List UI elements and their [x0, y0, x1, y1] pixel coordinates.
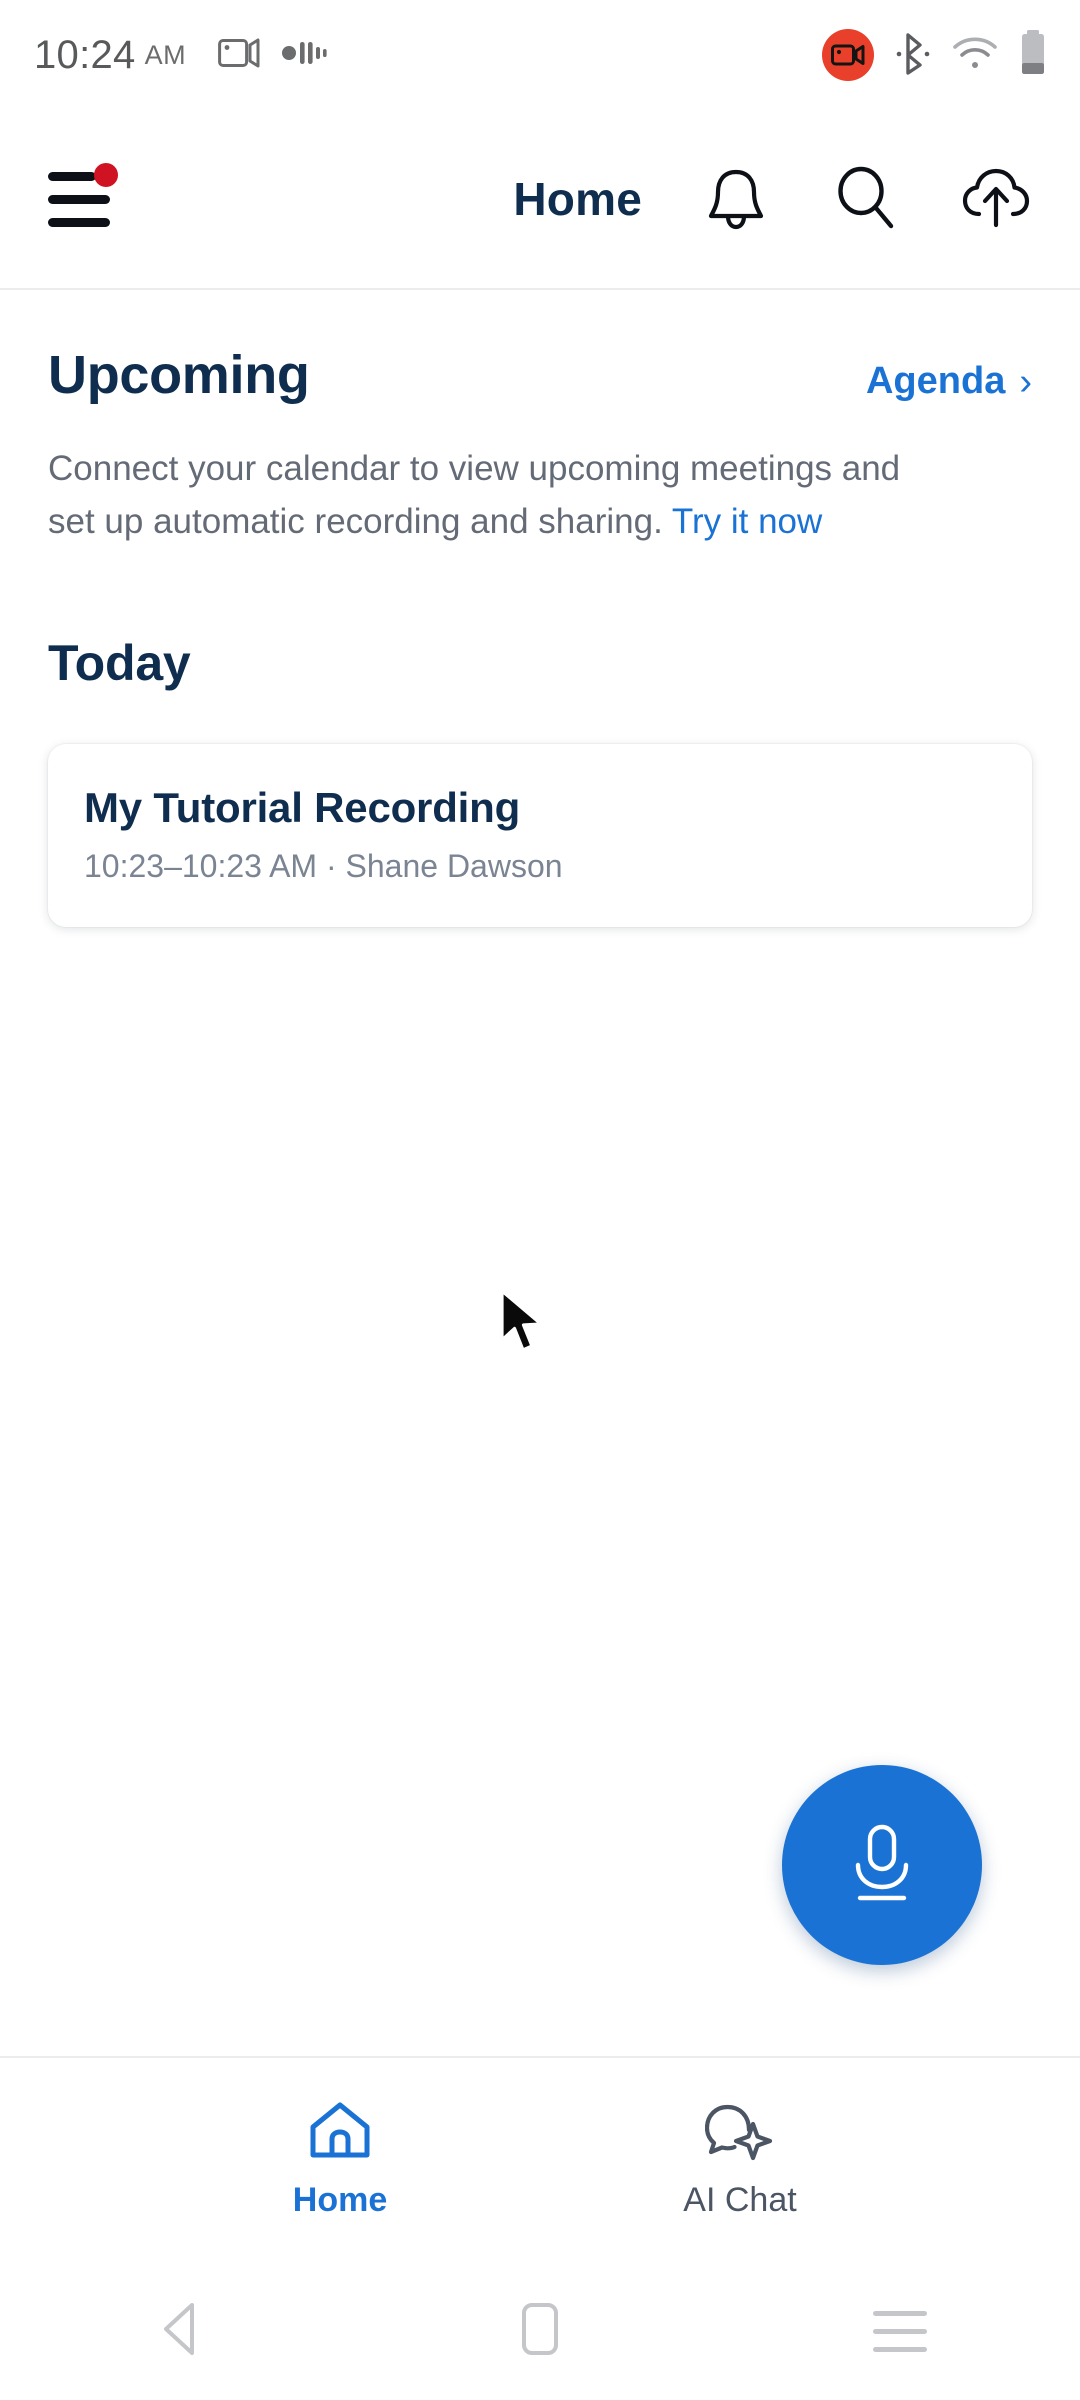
hamburger-menu-icon[interactable]	[48, 163, 122, 231]
nav-item-ai-chat[interactable]: AI Chat	[540, 2100, 940, 2220]
chat-sparkle-icon	[704, 2100, 775, 2167]
nav-label-ai-chat: AI Chat	[683, 2181, 797, 2219]
status-bar-time: 10:24	[34, 32, 136, 77]
system-navigation-bar	[0, 2262, 1080, 2400]
hamburger-line	[48, 217, 110, 227]
nav-label-home: Home	[292, 2181, 388, 2219]
page-title: Home	[513, 173, 642, 225]
bluetooth-icon	[896, 31, 930, 80]
agenda-label: Agenda	[865, 360, 1006, 402]
nav-item-home[interactable]: Home	[140, 2100, 540, 2220]
hamburger-line	[48, 194, 110, 204]
home-square-icon	[517, 2300, 563, 2363]
phone-screen: 10:24 AM Home Upcoming Agenda › Connect …	[0, 0, 1080, 2400]
try-it-now-link[interactable]: Try it now	[672, 502, 822, 541]
system-back-button[interactable]	[0, 2300, 360, 2363]
microphone-icon	[855, 1824, 909, 1901]
notifications-bell-icon[interactable]	[700, 163, 772, 235]
system-home-button[interactable]	[360, 2300, 720, 2363]
wifi-icon	[952, 35, 998, 76]
calendar-connect-blurb: Connect your calendar to view upcoming m…	[0, 406, 1000, 548]
agenda-link[interactable]: Agenda ›	[866, 360, 1032, 403]
upcoming-heading: Upcoming	[48, 345, 310, 405]
today-heading: Today	[48, 635, 191, 692]
recording-card[interactable]: My Tutorial Recording 10:23–10:23 AM · S…	[48, 744, 1032, 928]
home-icon	[307, 2100, 373, 2167]
screen-record-icon	[218, 36, 260, 75]
recording-badge-icon	[822, 29, 874, 81]
audio-waveform-icon	[282, 39, 330, 72]
back-triangle-icon	[154, 2300, 206, 2363]
recording-meta: 10:23–10:23 AM · Shane Dawson	[84, 848, 563, 885]
system-recents-button[interactable]	[720, 2310, 1080, 2352]
status-bar-ampm: AM	[144, 39, 187, 70]
record-microphone-button[interactable]	[782, 1765, 982, 1965]
recording-title: My Tutorial Recording	[84, 784, 521, 832]
chevron-right-icon: ›	[1019, 360, 1032, 403]
bottom-navigation: Home AI Chat	[0, 2058, 1080, 2262]
notification-dot-badge	[94, 163, 118, 187]
recents-lines-icon	[873, 2310, 927, 2352]
app-bar: Home	[0, 110, 1080, 288]
status-bar: 10:24 AM	[0, 0, 1080, 110]
mouse-pointer	[496, 1288, 556, 1356]
cloud-upload-icon[interactable]	[960, 163, 1032, 235]
search-icon[interactable]	[830, 163, 902, 235]
battery-icon	[1020, 29, 1046, 81]
hamburger-line	[48, 171, 96, 181]
main-content: Upcoming Agenda › Connect your calendar …	[0, 290, 1080, 928]
upcoming-section-header: Upcoming Agenda ›	[0, 290, 1080, 406]
